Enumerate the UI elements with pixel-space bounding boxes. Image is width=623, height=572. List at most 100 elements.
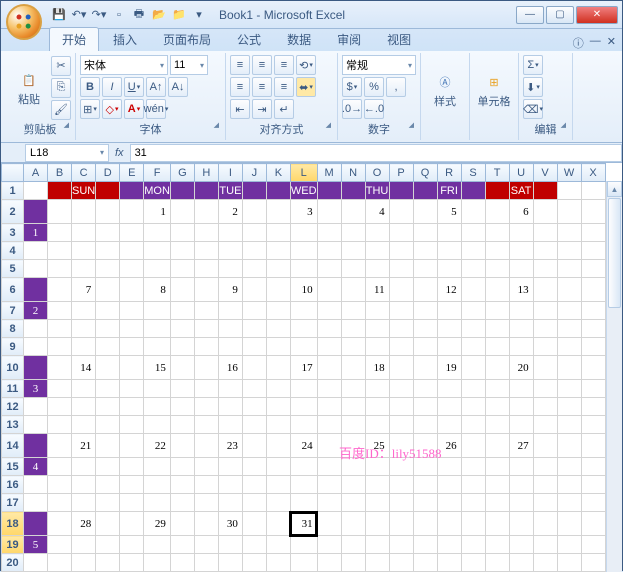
cell-M7[interactable]: [317, 302, 341, 320]
cell-A10[interactable]: [24, 356, 48, 380]
cell-L19[interactable]: [290, 536, 317, 554]
cell-O14[interactable]: 25: [365, 434, 389, 458]
cell-W5[interactable]: [557, 260, 581, 278]
cell-Q3[interactable]: [413, 224, 437, 242]
cell-R2[interactable]: 5: [437, 200, 461, 224]
cell-W8[interactable]: [557, 320, 581, 338]
tab-review[interactable]: 审阅: [325, 28, 373, 51]
cell-V19[interactable]: [533, 536, 557, 554]
cell-T20[interactable]: [485, 554, 509, 572]
cell-P1[interactable]: [389, 182, 413, 200]
cell-Q1[interactable]: [413, 182, 437, 200]
cell-N1[interactable]: [341, 182, 365, 200]
col-header-M[interactable]: M: [317, 164, 341, 182]
cell-G7[interactable]: [170, 302, 194, 320]
cell-R3[interactable]: [437, 224, 461, 242]
cell-Q9[interactable]: [413, 338, 437, 356]
cell-U9[interactable]: [509, 338, 533, 356]
cell-K3[interactable]: [266, 224, 290, 242]
cell-C12[interactable]: [72, 398, 96, 416]
cell-V2[interactable]: [533, 200, 557, 224]
cell-O20[interactable]: [365, 554, 389, 572]
tab-layout[interactable]: 页面布局: [151, 28, 223, 51]
tab-formula[interactable]: 公式: [225, 28, 273, 51]
cell-I8[interactable]: [218, 320, 242, 338]
cell-F18[interactable]: 29: [144, 512, 171, 536]
cell-N15[interactable]: [341, 458, 365, 476]
cell-L16[interactable]: [290, 476, 317, 494]
row-header-9[interactable]: 9: [2, 338, 24, 356]
cell-I5[interactable]: [218, 260, 242, 278]
cell-I11[interactable]: [218, 380, 242, 398]
cell-B7[interactable]: [48, 302, 72, 320]
cell-E20[interactable]: [120, 554, 144, 572]
tab-insert[interactable]: 插入: [101, 28, 149, 51]
cell-B17[interactable]: [48, 494, 72, 512]
cell-H16[interactable]: [194, 476, 218, 494]
cell-R12[interactable]: [437, 398, 461, 416]
cell-N11[interactable]: [341, 380, 365, 398]
col-header-L[interactable]: L: [290, 164, 317, 182]
cell-K10[interactable]: [266, 356, 290, 380]
cell-D4[interactable]: [96, 242, 120, 260]
cell-F1[interactable]: MON: [144, 182, 171, 200]
cell-P4[interactable]: [389, 242, 413, 260]
cell-M1[interactable]: [317, 182, 341, 200]
cell-Q4[interactable]: [413, 242, 437, 260]
cell-R14[interactable]: 26: [437, 434, 461, 458]
cell-V10[interactable]: [533, 356, 557, 380]
cell-N7[interactable]: [341, 302, 365, 320]
cell-O19[interactable]: [365, 536, 389, 554]
col-header-E[interactable]: E: [120, 164, 144, 182]
cell-P12[interactable]: [389, 398, 413, 416]
cell-C11[interactable]: [72, 380, 96, 398]
align-middle-button[interactable]: ≡: [252, 55, 272, 75]
cell-S12[interactable]: [461, 398, 485, 416]
doc-close-icon[interactable]: ✕: [607, 35, 616, 51]
cell-X18[interactable]: [581, 512, 605, 536]
font-color-button[interactable]: A: [124, 99, 144, 119]
cell-D14[interactable]: [96, 434, 120, 458]
cell-J12[interactable]: [242, 398, 266, 416]
cell-W17[interactable]: [557, 494, 581, 512]
cell-A11[interactable]: 3: [24, 380, 48, 398]
cell-T1[interactable]: [485, 182, 509, 200]
cell-B20[interactable]: [48, 554, 72, 572]
cell-T6[interactable]: [485, 278, 509, 302]
cell-R6[interactable]: 12: [437, 278, 461, 302]
cell-G15[interactable]: [170, 458, 194, 476]
cell-Q14[interactable]: [413, 434, 437, 458]
cell-J2[interactable]: [242, 200, 266, 224]
close-button[interactable]: ✕: [576, 6, 618, 24]
cell-Q18[interactable]: [413, 512, 437, 536]
cell-C6[interactable]: 7: [72, 278, 96, 302]
col-header-U[interactable]: U: [509, 164, 533, 182]
cell-D8[interactable]: [96, 320, 120, 338]
new-icon[interactable]: ▫: [111, 7, 127, 23]
cell-N6[interactable]: [341, 278, 365, 302]
cell-W6[interactable]: [557, 278, 581, 302]
col-header-B[interactable]: B: [48, 164, 72, 182]
format-painter-button[interactable]: 🖌: [51, 100, 71, 120]
cell-I6[interactable]: 9: [218, 278, 242, 302]
cell-V16[interactable]: [533, 476, 557, 494]
cell-M3[interactable]: [317, 224, 341, 242]
cell-L2[interactable]: 3: [290, 200, 317, 224]
row-header-2[interactable]: 2: [2, 200, 24, 224]
col-header-V[interactable]: V: [533, 164, 557, 182]
cell-M16[interactable]: [317, 476, 341, 494]
cell-Q12[interactable]: [413, 398, 437, 416]
cell-X1[interactable]: [581, 182, 605, 200]
cell-G6[interactable]: [170, 278, 194, 302]
cell-D11[interactable]: [96, 380, 120, 398]
cell-T19[interactable]: [485, 536, 509, 554]
cell-G9[interactable]: [170, 338, 194, 356]
col-header-J[interactable]: J: [242, 164, 266, 182]
cell-D16[interactable]: [96, 476, 120, 494]
row-header-6[interactable]: 6: [2, 278, 24, 302]
cell-O2[interactable]: 4: [365, 200, 389, 224]
help-icon[interactable]: ⓘ: [573, 35, 584, 51]
row-header-7[interactable]: 7: [2, 302, 24, 320]
cell-H17[interactable]: [194, 494, 218, 512]
cell-D10[interactable]: [96, 356, 120, 380]
